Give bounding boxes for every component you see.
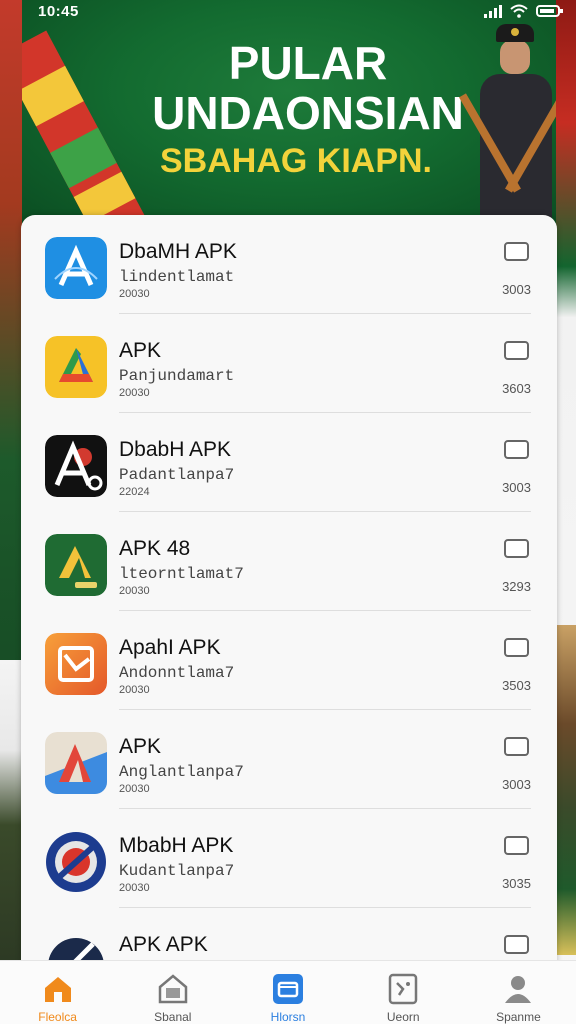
app-date: 20030 xyxy=(119,783,150,795)
nav-item-profile[interactable]: Spanme xyxy=(461,961,576,1024)
app-size: 3035 xyxy=(502,876,531,891)
select-checkbox[interactable] xyxy=(504,341,529,360)
app-list: DbaMH APK lindentlamat 20030 3003 APK Pa… xyxy=(21,215,557,975)
nav-item-store[interactable]: Sbanal xyxy=(115,961,230,1024)
select-checkbox[interactable] xyxy=(504,242,529,261)
status-time: 10:45 xyxy=(38,2,79,20)
app-date: 20030 xyxy=(119,387,150,399)
nav-label: Hlorsn xyxy=(270,1010,306,1024)
nav-item-home[interactable]: Fleolca xyxy=(0,961,115,1024)
app-name: ApahI APK xyxy=(119,636,221,659)
app-icon-orange-frame xyxy=(45,633,107,695)
signal-icon xyxy=(484,4,502,18)
app-subtitle: Kudantlanpa7 xyxy=(119,862,235,880)
app-size: 3003 xyxy=(502,282,531,297)
wifi-icon xyxy=(510,4,528,18)
app-size: 3003 xyxy=(502,777,531,792)
app-date: 20030 xyxy=(119,684,150,696)
app-name: APK xyxy=(119,339,162,362)
app-list-item[interactable]: DbaMH APK lindentlamat 20030 3003 xyxy=(21,215,557,314)
banner-title-line1: PULAR xyxy=(228,37,388,89)
app-date: 20030 xyxy=(119,882,150,894)
banner-title-line2: UNDAONSIAN xyxy=(152,87,464,139)
app-subtitle: lteorntlamat7 xyxy=(119,565,244,583)
app-icon-round-badge xyxy=(45,831,107,893)
app-subtitle: Anglantlanpa7 xyxy=(119,763,244,781)
nav-label: Ueorn xyxy=(386,1010,420,1024)
app-name: APK 48 xyxy=(119,537,191,560)
app-icon-maps-style xyxy=(45,732,107,794)
app-name: APK xyxy=(119,735,162,758)
app-size: 3003 xyxy=(502,480,531,495)
battery-icon xyxy=(536,5,563,17)
app-size: 3293 xyxy=(502,579,531,594)
app-size: 3603 xyxy=(502,381,531,396)
nav-item-apps[interactable]: Ueorn xyxy=(346,961,461,1024)
nav-label: Sbanal xyxy=(154,1010,192,1024)
select-checkbox[interactable] xyxy=(504,737,529,756)
store-icon xyxy=(158,974,188,1004)
app-name: DbabH APK xyxy=(119,438,232,461)
officer-illustration xyxy=(459,18,556,224)
banner-subtitle: SBAHAG KIAPN. xyxy=(159,142,433,180)
status-icons xyxy=(484,4,564,18)
app-name: APK APK xyxy=(119,933,208,956)
select-checkbox[interactable] xyxy=(504,440,529,459)
app-icon-a-black xyxy=(45,435,107,497)
home-icon xyxy=(44,977,71,1002)
app-subtitle: Panjundamart xyxy=(119,367,235,385)
app-date: 20030 xyxy=(119,288,150,300)
banner-title: PULAR UNDAONSIAN xyxy=(118,38,498,138)
folder-icon xyxy=(273,974,303,1004)
app-subtitle: Andonntlama7 xyxy=(119,664,235,682)
app-list-item[interactable]: APK Anglantlanpa7 20030 3003 xyxy=(21,710,557,809)
app-subtitle: Padantlanpa7 xyxy=(119,466,235,484)
status-bar: 10:45 xyxy=(0,0,576,22)
app-list-item[interactable]: MbabH APK Kudantlanpa7 20030 3035 xyxy=(21,809,557,908)
app-list-item[interactable]: APK 48 lteorntlamat7 20030 3293 xyxy=(21,512,557,611)
app-icon-a-green xyxy=(45,534,107,596)
app-size: 3503 xyxy=(502,678,531,693)
select-checkbox[interactable] xyxy=(504,935,529,954)
nav-label: Spanme xyxy=(496,1010,541,1024)
select-checkbox[interactable] xyxy=(504,836,529,855)
app-list-item[interactable]: ApahI APK Andonntlama7 20030 3503 xyxy=(21,611,557,710)
select-checkbox[interactable] xyxy=(504,539,529,558)
app-list-item[interactable]: APK Panjundamart 20030 3603 xyxy=(21,314,557,413)
app-name: DbaMH APK xyxy=(119,240,237,263)
profile-icon xyxy=(505,976,532,1003)
nav-item-folder[interactable]: Hlorsn xyxy=(230,961,345,1024)
apps-icon xyxy=(388,973,418,1005)
promo-banner[interactable]: PULAR UNDAONSIAN SBAHAG KIAPN. xyxy=(22,0,556,226)
app-subtitle: lindentlamat xyxy=(119,268,235,286)
app-date: 20030 xyxy=(119,585,150,597)
bottom-navigation: Fleolca Sbanal Hlorsn Ueorn Spanme xyxy=(0,960,576,1024)
nav-label: Fleolca xyxy=(38,1010,77,1024)
app-icon-a-blue xyxy=(45,237,107,299)
app-date: 22024 xyxy=(119,486,150,498)
app-icon-drive-style xyxy=(45,336,107,398)
background-right-lower xyxy=(554,625,576,955)
select-checkbox[interactable] xyxy=(504,638,529,657)
app-name: MbabH APK xyxy=(119,834,234,857)
app-list-item[interactable]: DbabH APK Padantlanpa7 22024 3003 xyxy=(21,413,557,512)
